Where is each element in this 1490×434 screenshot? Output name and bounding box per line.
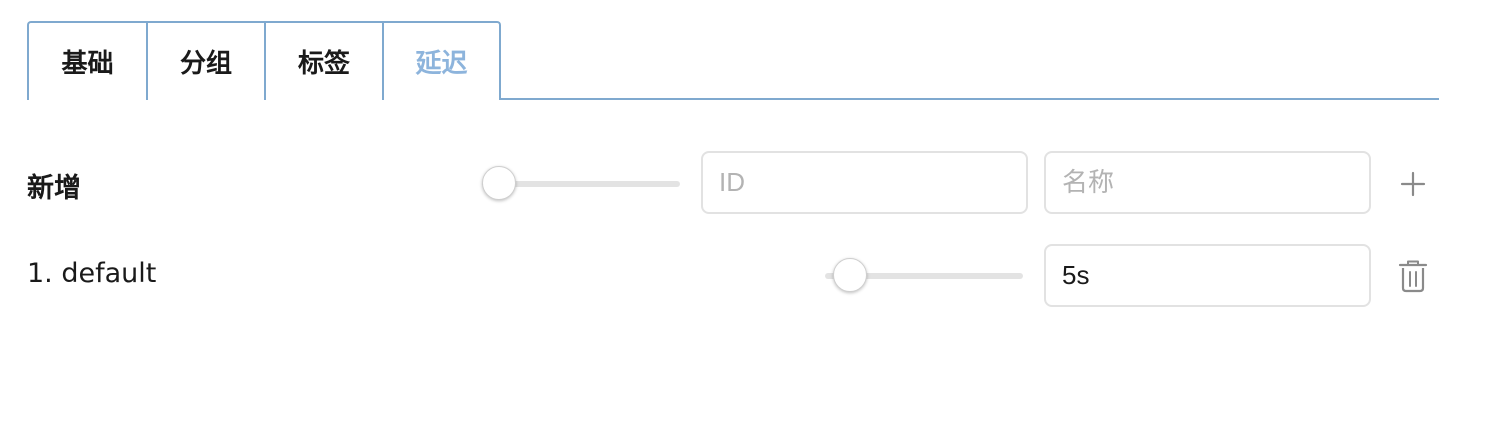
tab-group[interactable]: 分组 bbox=[146, 21, 266, 100]
tab-bar: 基础 分组 标签 延迟 bbox=[27, 21, 1439, 100]
slider-thumb[interactable] bbox=[482, 166, 516, 200]
slider-thumb[interactable] bbox=[833, 258, 867, 292]
add-row-label: 新增 bbox=[27, 173, 81, 204]
add-button[interactable] bbox=[1393, 164, 1433, 204]
add-row-slider[interactable] bbox=[482, 164, 680, 204]
trash-icon bbox=[1398, 260, 1428, 293]
name-input[interactable] bbox=[1044, 151, 1371, 214]
delay-value-input[interactable] bbox=[1044, 244, 1371, 307]
tab-delay[interactable]: 延迟 bbox=[382, 21, 501, 100]
tab-tags[interactable]: 标签 bbox=[264, 21, 384, 100]
delete-button[interactable] bbox=[1393, 256, 1433, 296]
list-item-label: 1. default bbox=[27, 258, 157, 289]
tab-basic[interactable]: 基础 bbox=[27, 21, 148, 100]
id-input[interactable] bbox=[701, 151, 1028, 214]
plus-icon bbox=[1400, 171, 1426, 197]
item-slider[interactable] bbox=[825, 256, 1023, 296]
